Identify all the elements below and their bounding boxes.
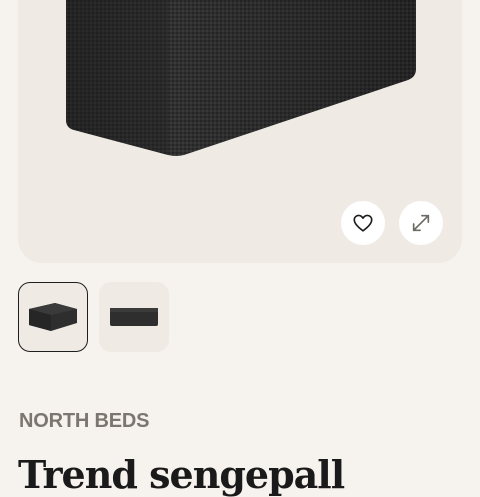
product-brand[interactable]: NORTH BEDS	[19, 410, 149, 433]
thumbnail-image	[29, 303, 77, 331]
heart-icon	[353, 214, 373, 232]
gallery-thumbnail-2[interactable]	[99, 282, 169, 352]
gallery-thumbnail-1[interactable]	[18, 282, 88, 352]
fullscreen-button[interactable]	[399, 201, 443, 245]
product-title: Trend sengepall	[18, 452, 345, 497]
expand-icon	[412, 214, 430, 232]
product-image-gallery[interactable]	[18, 0, 462, 263]
thumbnail-image	[110, 308, 158, 326]
product-image	[66, 0, 416, 156]
favorite-button[interactable]	[341, 201, 385, 245]
